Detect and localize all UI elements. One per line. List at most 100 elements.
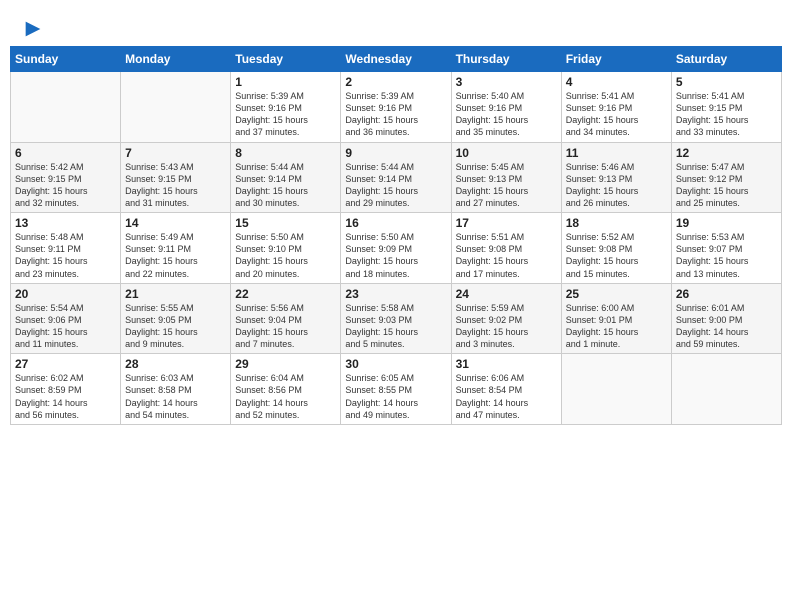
day-info: Sunrise: 5:42 AM Sunset: 9:15 PM Dayligh… [15,161,116,210]
calendar-cell: 21Sunrise: 5:55 AM Sunset: 9:05 PM Dayli… [121,283,231,354]
day-info: Sunrise: 5:54 AM Sunset: 9:06 PM Dayligh… [15,302,116,351]
day-number: 30 [345,357,446,371]
calendar-cell: 12Sunrise: 5:47 AM Sunset: 9:12 PM Dayli… [671,142,781,213]
weekday-header: Tuesday [231,47,341,72]
day-info: Sunrise: 5:39 AM Sunset: 9:16 PM Dayligh… [235,90,336,139]
calendar-cell: 29Sunrise: 6:04 AM Sunset: 8:56 PM Dayli… [231,354,341,425]
day-info: Sunrise: 5:56 AM Sunset: 9:04 PM Dayligh… [235,302,336,351]
calendar-cell: 20Sunrise: 5:54 AM Sunset: 9:06 PM Dayli… [11,283,121,354]
calendar-cell [11,72,121,143]
calendar-cell [561,354,671,425]
day-number: 15 [235,216,336,230]
page-header [10,10,782,40]
day-number: 24 [456,287,557,301]
calendar-week-row: 27Sunrise: 6:02 AM Sunset: 8:59 PM Dayli… [11,354,782,425]
day-info: Sunrise: 5:55 AM Sunset: 9:05 PM Dayligh… [125,302,226,351]
day-info: Sunrise: 5:53 AM Sunset: 9:07 PM Dayligh… [676,231,777,280]
calendar-cell [121,72,231,143]
day-number: 26 [676,287,777,301]
day-number: 9 [345,146,446,160]
calendar-week-row: 6Sunrise: 5:42 AM Sunset: 9:15 PM Daylig… [11,142,782,213]
day-number: 14 [125,216,226,230]
calendar-cell: 26Sunrise: 6:01 AM Sunset: 9:00 PM Dayli… [671,283,781,354]
day-number: 12 [676,146,777,160]
day-info: Sunrise: 5:48 AM Sunset: 9:11 PM Dayligh… [15,231,116,280]
day-number: 2 [345,75,446,89]
day-number: 19 [676,216,777,230]
day-number: 20 [15,287,116,301]
calendar-cell: 2Sunrise: 5:39 AM Sunset: 9:16 PM Daylig… [341,72,451,143]
calendar-cell: 23Sunrise: 5:58 AM Sunset: 9:03 PM Dayli… [341,283,451,354]
day-info: Sunrise: 5:39 AM Sunset: 9:16 PM Dayligh… [345,90,446,139]
calendar-cell: 9Sunrise: 5:44 AM Sunset: 9:14 PM Daylig… [341,142,451,213]
day-info: Sunrise: 5:41 AM Sunset: 9:15 PM Dayligh… [676,90,777,139]
weekday-header: Wednesday [341,47,451,72]
day-number: 21 [125,287,226,301]
calendar-cell: 18Sunrise: 5:52 AM Sunset: 9:08 PM Dayli… [561,213,671,284]
weekday-header: Friday [561,47,671,72]
day-info: Sunrise: 6:06 AM Sunset: 8:54 PM Dayligh… [456,372,557,421]
day-number: 10 [456,146,557,160]
day-number: 3 [456,75,557,89]
day-number: 5 [676,75,777,89]
day-number: 27 [15,357,116,371]
day-info: Sunrise: 5:44 AM Sunset: 9:14 PM Dayligh… [345,161,446,210]
logo [20,18,44,36]
calendar-cell: 11Sunrise: 5:46 AM Sunset: 9:13 PM Dayli… [561,142,671,213]
calendar-cell: 8Sunrise: 5:44 AM Sunset: 9:14 PM Daylig… [231,142,341,213]
calendar-cell: 6Sunrise: 5:42 AM Sunset: 9:15 PM Daylig… [11,142,121,213]
day-info: Sunrise: 5:51 AM Sunset: 9:08 PM Dayligh… [456,231,557,280]
calendar-cell: 31Sunrise: 6:06 AM Sunset: 8:54 PM Dayli… [451,354,561,425]
day-info: Sunrise: 6:01 AM Sunset: 9:00 PM Dayligh… [676,302,777,351]
weekday-header: Monday [121,47,231,72]
day-number: 7 [125,146,226,160]
day-info: Sunrise: 5:45 AM Sunset: 9:13 PM Dayligh… [456,161,557,210]
weekday-header: Saturday [671,47,781,72]
day-number: 18 [566,216,667,230]
day-info: Sunrise: 5:43 AM Sunset: 9:15 PM Dayligh… [125,161,226,210]
day-info: Sunrise: 6:02 AM Sunset: 8:59 PM Dayligh… [15,372,116,421]
day-info: Sunrise: 5:50 AM Sunset: 9:10 PM Dayligh… [235,231,336,280]
calendar-cell: 4Sunrise: 5:41 AM Sunset: 9:16 PM Daylig… [561,72,671,143]
day-number: 28 [125,357,226,371]
day-info: Sunrise: 6:05 AM Sunset: 8:55 PM Dayligh… [345,372,446,421]
day-info: Sunrise: 5:41 AM Sunset: 9:16 PM Dayligh… [566,90,667,139]
calendar-week-row: 1Sunrise: 5:39 AM Sunset: 9:16 PM Daylig… [11,72,782,143]
calendar-cell: 25Sunrise: 6:00 AM Sunset: 9:01 PM Dayli… [561,283,671,354]
calendar-cell [671,354,781,425]
calendar-cell: 3Sunrise: 5:40 AM Sunset: 9:16 PM Daylig… [451,72,561,143]
day-info: Sunrise: 5:44 AM Sunset: 9:14 PM Dayligh… [235,161,336,210]
day-info: Sunrise: 6:03 AM Sunset: 8:58 PM Dayligh… [125,372,226,421]
day-number: 17 [456,216,557,230]
day-number: 31 [456,357,557,371]
calendar-cell: 5Sunrise: 5:41 AM Sunset: 9:15 PM Daylig… [671,72,781,143]
calendar-cell: 7Sunrise: 5:43 AM Sunset: 9:15 PM Daylig… [121,142,231,213]
day-number: 23 [345,287,446,301]
day-info: Sunrise: 5:58 AM Sunset: 9:03 PM Dayligh… [345,302,446,351]
day-info: Sunrise: 5:46 AM Sunset: 9:13 PM Dayligh… [566,161,667,210]
day-info: Sunrise: 5:52 AM Sunset: 9:08 PM Dayligh… [566,231,667,280]
calendar-cell: 19Sunrise: 5:53 AM Sunset: 9:07 PM Dayli… [671,213,781,284]
calendar-cell: 28Sunrise: 6:03 AM Sunset: 8:58 PM Dayli… [121,354,231,425]
day-number: 13 [15,216,116,230]
calendar-week-row: 13Sunrise: 5:48 AM Sunset: 9:11 PM Dayli… [11,213,782,284]
day-number: 11 [566,146,667,160]
day-info: Sunrise: 6:00 AM Sunset: 9:01 PM Dayligh… [566,302,667,351]
calendar-cell: 14Sunrise: 5:49 AM Sunset: 9:11 PM Dayli… [121,213,231,284]
calendar-week-row: 20Sunrise: 5:54 AM Sunset: 9:06 PM Dayli… [11,283,782,354]
day-number: 16 [345,216,446,230]
calendar-cell: 30Sunrise: 6:05 AM Sunset: 8:55 PM Dayli… [341,354,451,425]
weekday-header: Sunday [11,47,121,72]
calendar-cell: 22Sunrise: 5:56 AM Sunset: 9:04 PM Dayli… [231,283,341,354]
weekday-header-row: SundayMondayTuesdayWednesdayThursdayFrid… [11,47,782,72]
calendar-table: SundayMondayTuesdayWednesdayThursdayFrid… [10,46,782,425]
calendar-cell: 24Sunrise: 5:59 AM Sunset: 9:02 PM Dayli… [451,283,561,354]
calendar-cell: 1Sunrise: 5:39 AM Sunset: 9:16 PM Daylig… [231,72,341,143]
day-number: 29 [235,357,336,371]
calendar-cell: 16Sunrise: 5:50 AM Sunset: 9:09 PM Dayli… [341,213,451,284]
day-info: Sunrise: 5:49 AM Sunset: 9:11 PM Dayligh… [125,231,226,280]
day-number: 22 [235,287,336,301]
day-number: 8 [235,146,336,160]
logo-icon [22,18,44,40]
weekday-header: Thursday [451,47,561,72]
